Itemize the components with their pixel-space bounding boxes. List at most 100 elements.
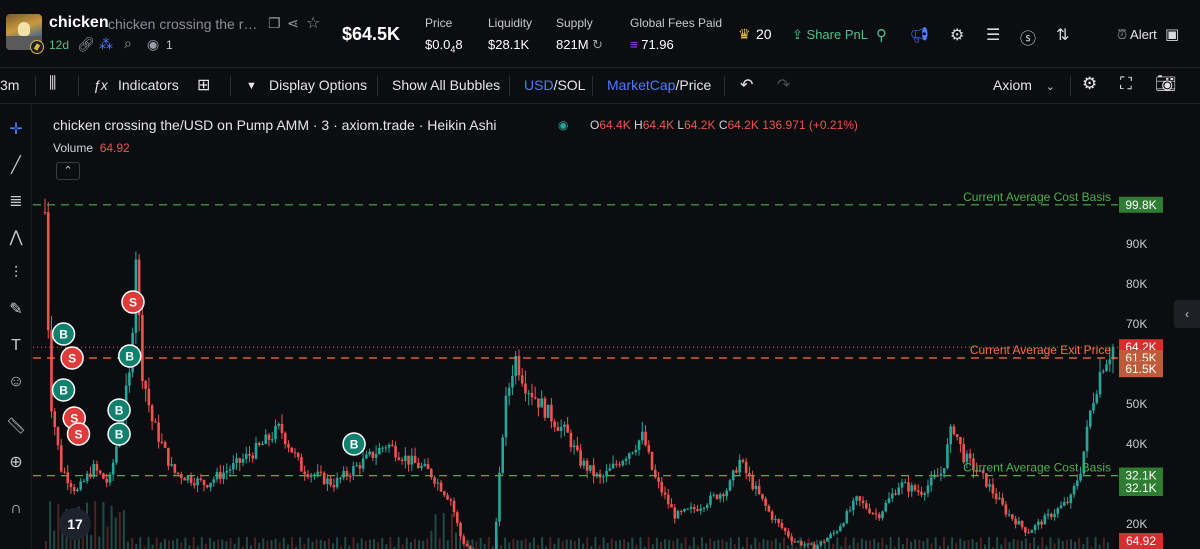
list-settings-icon[interactable]: ☰ bbox=[986, 25, 1000, 45]
chart-settings-icon[interactable]: ⚙ bbox=[1082, 74, 1097, 94]
display-options-button[interactable]: Display Options bbox=[269, 77, 367, 93]
candle-body bbox=[1072, 485, 1076, 495]
metric-toggle[interactable]: MarketCap/Price bbox=[607, 77, 711, 93]
brush-icon[interactable]: ✎ bbox=[5, 299, 27, 321]
redo-icon[interactable]: ↷ bbox=[777, 75, 790, 95]
candle-body bbox=[683, 509, 686, 512]
magnet-icon[interactable]: ∩ bbox=[5, 498, 27, 520]
candle-body bbox=[1059, 505, 1063, 509]
volume-bar bbox=[537, 544, 539, 549]
candle-body bbox=[303, 471, 306, 475]
trendline-icon[interactable]: ╱ bbox=[5, 155, 27, 177]
camera-icon[interactable]: 📷︎ bbox=[1155, 74, 1177, 94]
volume-bar bbox=[102, 502, 105, 549]
candle-body bbox=[910, 485, 914, 492]
undo-icon[interactable]: ↶ bbox=[740, 75, 753, 95]
search-icon[interactable]: ⌕ bbox=[124, 35, 132, 52]
candle-body bbox=[1027, 532, 1030, 534]
share-icon[interactable]: ⋖ bbox=[287, 15, 299, 32]
candle-body bbox=[764, 498, 767, 506]
copy-icon[interactable]: ❐ bbox=[268, 15, 281, 32]
volume-bar bbox=[323, 541, 326, 549]
volume-bar bbox=[1008, 542, 1011, 549]
dollar-icon[interactable]: ⓢ bbox=[1020, 25, 1036, 49]
star-icon[interactable]: ☆ bbox=[306, 13, 320, 33]
alert-button[interactable]: ⏰︎ Alert bbox=[1117, 27, 1157, 43]
candle-body bbox=[816, 545, 819, 549]
candle-body bbox=[579, 450, 582, 466]
currency-toggle[interactable]: USD/SOL bbox=[524, 77, 585, 93]
indicators-icon[interactable]: ƒx bbox=[93, 77, 108, 93]
candle-body bbox=[800, 541, 803, 546]
candle-body bbox=[358, 465, 362, 469]
prediction-icon[interactable]: ⫶ bbox=[5, 263, 27, 285]
show-all-bubbles-button[interactable]: Show All Bubbles bbox=[392, 77, 500, 93]
candle-body bbox=[501, 437, 505, 473]
share-pnl-button[interactable]: ⇪ Share PnL bbox=[792, 27, 868, 43]
text-icon[interactable]: T bbox=[5, 335, 27, 357]
volume-bar bbox=[713, 541, 716, 549]
candle-body bbox=[413, 455, 417, 464]
refresh-icon[interactable]: ↻ bbox=[592, 37, 603, 52]
volume-bar bbox=[1065, 539, 1068, 549]
pin-icon[interactable]: ⚲ bbox=[876, 26, 887, 44]
candle-body bbox=[423, 463, 427, 466]
volume-bar bbox=[45, 541, 47, 549]
price-stat: Price $0.048 bbox=[425, 16, 463, 55]
collapse-legend-button[interactable]: ⌃ bbox=[56, 162, 80, 180]
templates-icon[interactable]: ⊞ bbox=[197, 75, 210, 95]
candle-body bbox=[176, 472, 180, 474]
candle-body bbox=[1030, 530, 1034, 533]
candle-body bbox=[920, 491, 923, 495]
volume-bar bbox=[619, 540, 621, 549]
collapse-sidebar-button[interactable]: ‹ bbox=[1174, 300, 1200, 328]
volume-bar bbox=[401, 544, 404, 549]
megaphone-icon[interactable]: 📢︎ bbox=[910, 26, 929, 44]
emoji-icon[interactable]: ☺ bbox=[5, 371, 27, 393]
source-selector[interactable]: Axiom ⌄ bbox=[993, 77, 1055, 93]
zoom-in-icon[interactable]: ⊕ bbox=[5, 452, 27, 474]
settings-icon[interactable]: ⚙ bbox=[950, 25, 964, 45]
candle-body bbox=[128, 372, 131, 386]
candle-type-icon[interactable]: ⫼ bbox=[49, 75, 56, 93]
candle-body bbox=[793, 541, 797, 543]
candle-body bbox=[666, 494, 670, 505]
sort-icon[interactable]: ⇅ bbox=[1056, 25, 1069, 45]
fib-icon[interactable]: ≣ bbox=[5, 191, 27, 213]
indicators-button[interactable]: Indicators bbox=[118, 77, 179, 93]
candle-body bbox=[1017, 520, 1021, 525]
candle-body bbox=[589, 465, 592, 471]
volume-bar bbox=[524, 538, 527, 549]
candle-body bbox=[439, 482, 443, 492]
crown-count[interactable]: 20 bbox=[756, 26, 772, 42]
crown-icon[interactable]: ♛ bbox=[738, 26, 751, 43]
volume-bar bbox=[188, 545, 191, 549]
candle-body bbox=[705, 504, 709, 508]
token-symbol[interactable]: chicken bbox=[49, 14, 109, 32]
candle-body bbox=[692, 507, 696, 510]
price-line-label: Current Average Cost Basis bbox=[963, 461, 1111, 475]
bundle-icon[interactable]: ⁂ bbox=[99, 36, 113, 53]
interval-selector[interactable]: 3m bbox=[0, 77, 19, 93]
volume-bar bbox=[951, 537, 954, 549]
crosshair-icon[interactable]: ✛ bbox=[5, 119, 27, 141]
candle-body bbox=[235, 458, 238, 463]
price-chart[interactable]: Current Average Cost Basis Current Averag… bbox=[33, 104, 1200, 549]
volume-bar bbox=[274, 538, 277, 549]
tradingview-logo[interactable]: 17 bbox=[59, 508, 91, 540]
volume-bar bbox=[963, 540, 966, 549]
chart-canvas[interactable]: Current Average Cost Basis Current Averag… bbox=[33, 104, 1200, 549]
caret-down-icon[interactable]: ▼ bbox=[246, 80, 257, 92]
candle-body bbox=[949, 426, 952, 445]
candle-body bbox=[141, 314, 144, 381]
volume-bar bbox=[906, 537, 908, 549]
candle-body bbox=[283, 433, 287, 445]
link-icon[interactable]: 🔗︎ bbox=[77, 36, 95, 53]
fullscreen-icon[interactable]: ⛶ bbox=[1120, 74, 1132, 94]
candle-body bbox=[154, 421, 157, 423]
candle-body bbox=[206, 485, 209, 488]
ruler-icon[interactable]: 📏︎ bbox=[5, 416, 27, 438]
pattern-icon[interactable]: ⋀ bbox=[5, 227, 27, 249]
layout-icon[interactable]: ▣ bbox=[1165, 25, 1179, 43]
volume-bar bbox=[1102, 537, 1105, 549]
